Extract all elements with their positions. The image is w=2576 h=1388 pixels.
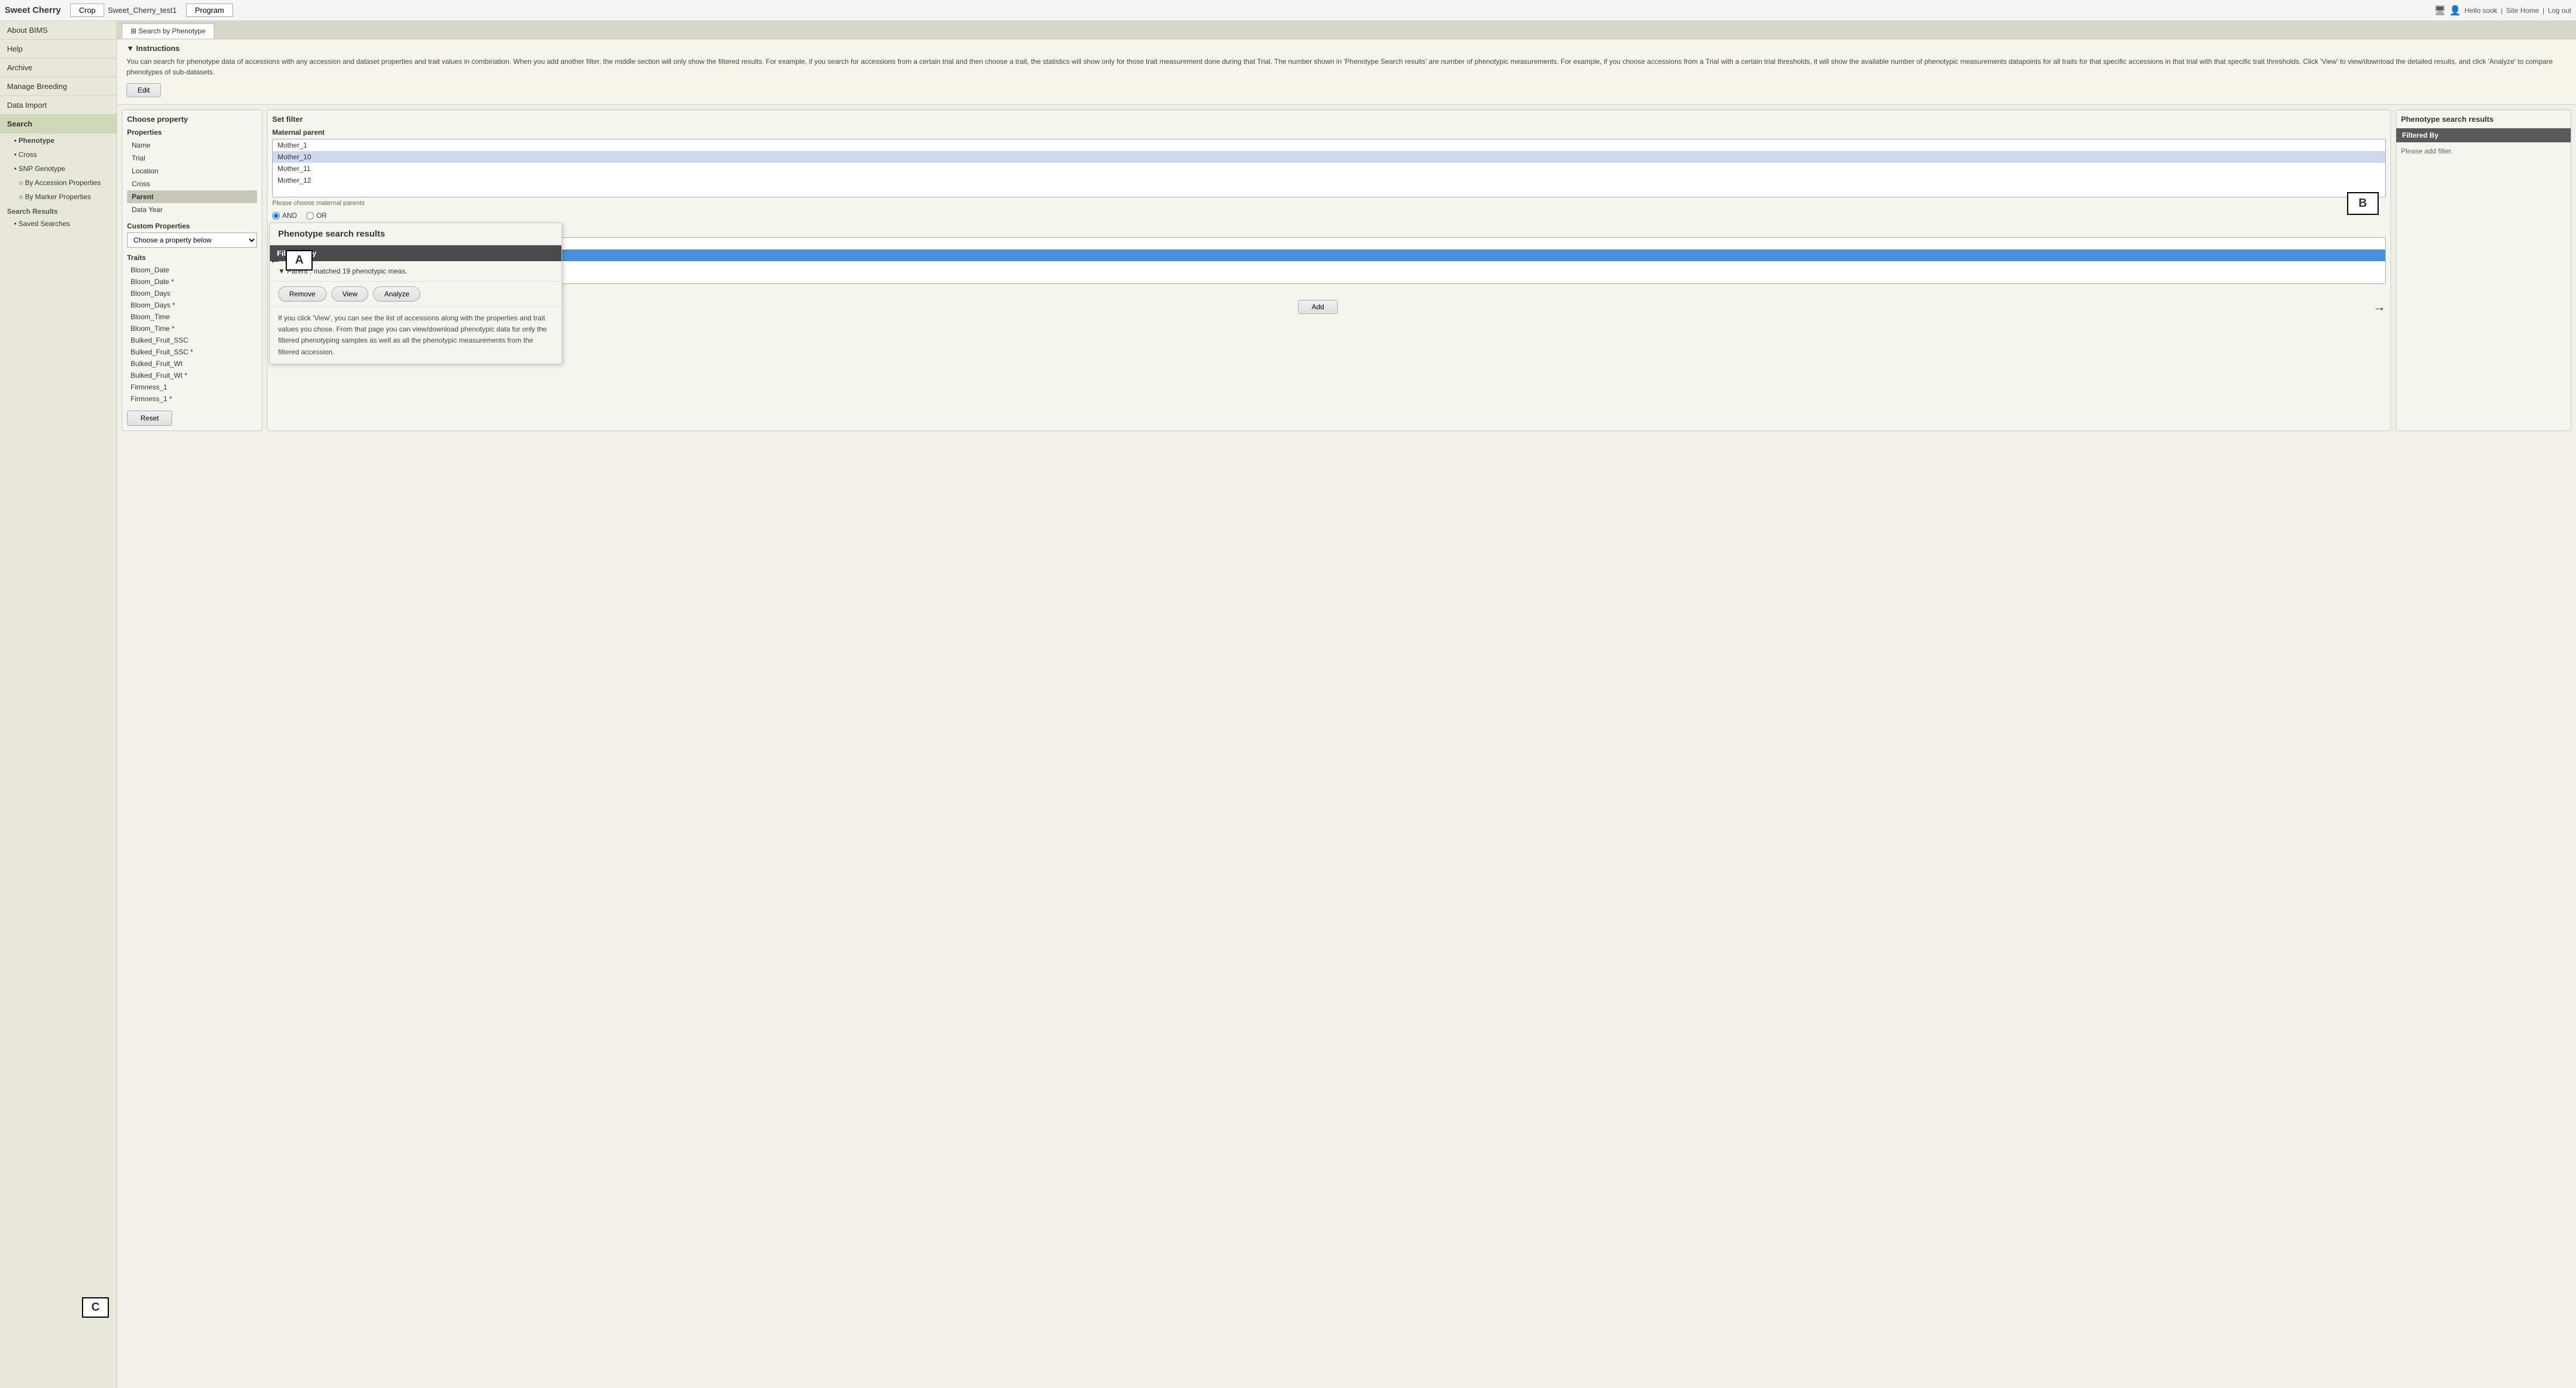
phenotype-results-right-panel: Phenotype search results Filtered By Ple… <box>2396 110 2571 431</box>
right-nav: 🖥 👤 Hello sook | Site Home | Log out <box>2434 5 2571 16</box>
traits-list: Bloom_Date Bloom_Date * Bloom_Days Bloom… <box>127 264 257 405</box>
trait-bulked-wt[interactable]: Bulked_Fruit_Wt <box>127 358 257 370</box>
sidebar-sub-by-accession[interactable]: ○ By Accession Properties <box>0 176 117 190</box>
overlay-results-title: Phenotype search results <box>270 223 561 245</box>
custom-properties-label: Custom Properties <box>127 222 257 230</box>
result-parent-row: ▼ Parent : matched 19 phenotypic meas. <box>270 261 561 282</box>
results-right-title: Phenotype search results <box>2396 110 2571 128</box>
log-out-link[interactable]: Log out <box>2548 6 2571 15</box>
tab-bar: ⊞ Search by Phenotype <box>117 21 2576 39</box>
trait-firmness-1-star[interactable]: Firmness_1 * <box>127 393 257 405</box>
maternal-mother10[interactable]: Mother_10 <box>273 151 2385 163</box>
search-results-header: Search Results <box>0 204 117 217</box>
properties-list: Name Trial Location Cross Parent Data Ye… <box>127 139 257 216</box>
paternal-father10[interactable]: Father_10 <box>273 249 2385 261</box>
trait-bloom-time[interactable]: Bloom_Time <box>127 311 257 323</box>
reset-button[interactable]: Reset <box>127 411 172 426</box>
crop-button[interactable]: Crop <box>70 4 104 17</box>
trait-bloom-date-star[interactable]: Bloom_Date * <box>127 276 257 288</box>
hello-text: Hello sook <box>2465 6 2498 15</box>
add-button[interactable]: Add <box>1298 300 1337 314</box>
please-add-text: Please add filter. <box>2396 142 2571 160</box>
trait-bulked-wt-star[interactable]: Bulked_Fruit_Wt * <box>127 370 257 381</box>
view-button[interactable]: View <box>331 286 369 302</box>
prop-parent[interactable]: Parent <box>127 190 257 203</box>
properties-label: Properties <box>127 128 257 136</box>
sidebar-item-search[interactable]: Search <box>0 115 117 134</box>
sidebar-sub-cross[interactable]: • Cross <box>0 148 117 162</box>
annotation-a: A <box>295 254 303 266</box>
sidebar-sub-phenotype[interactable]: • Phenotype <box>0 134 117 148</box>
boolean-radio-group: AND OR <box>272 211 2386 220</box>
content-area: ⊞ Search by Phenotype ▼ Instructions You… <box>117 21 2576 1388</box>
set-filter-title: Set filter <box>272 115 2386 124</box>
phenotype-results-overlay: Phenotype search results Filtered By ▼ P… <box>269 223 562 364</box>
program-button[interactable]: Program <box>186 4 233 17</box>
paternal-father12[interactable]: Father_12 <box>273 273 2385 284</box>
choose-property-panel: Choose property Properties Name Trial Lo… <box>122 110 262 431</box>
app-title: Sweet Cherry <box>5 5 61 15</box>
result-description: If you click 'View', you can see the lis… <box>270 306 561 364</box>
traits-label: Traits <box>127 254 257 262</box>
result-action-buttons: Remove View Analyze <box>270 282 561 306</box>
set-filter-panel: Set filter Maternal parent Mother_1 Moth… <box>267 110 2391 431</box>
instructions-panel: ▼ Instructions You can search for phenot… <box>117 39 2576 105</box>
maternal-mother11[interactable]: Mother_11 <box>273 163 2385 175</box>
trait-bloom-days-star[interactable]: Bloom_Days * <box>127 299 257 311</box>
user-icon: 👤 <box>2450 5 2461 16</box>
maternal-hint: Please choose maternal parents <box>272 200 2386 207</box>
filtered-by-bar-right: Filtered By <box>2396 128 2571 142</box>
topbar: Sweet Cherry Crop Sweet_Cherry_test1 Pro… <box>0 0 2576 21</box>
and-radio[interactable] <box>272 212 280 220</box>
trait-bulked-ssc[interactable]: Bulked_Fruit_SSC <box>127 334 257 346</box>
trial-label: Sweet_Cherry_test1 <box>108 6 177 15</box>
paternal-parent-list[interactable]: Father_1 Father_10 Father_11 Father_12 <box>272 237 2386 284</box>
sidebar: About BIMS Help Archive Manage Breeding … <box>0 21 117 1388</box>
custom-property-dropdown[interactable]: Choose a property below <box>127 233 257 248</box>
trait-bulked-ssc-star[interactable]: Bulked_Fruit_SSC * <box>127 346 257 358</box>
maternal-parent-list[interactable]: Mother_1 Mother_10 Mother_11 Mother_12 <box>272 139 2386 197</box>
edit-button[interactable]: Edit <box>126 83 161 97</box>
paternal-father1[interactable]: Father_1 <box>273 238 2385 249</box>
trait-firmness-1[interactable]: Firmness_1 <box>127 381 257 393</box>
or-radio[interactable] <box>306 212 314 220</box>
overlay-filtered-by-bar: Filtered By <box>270 245 561 261</box>
or-radio-label[interactable]: OR <box>306 211 327 220</box>
sidebar-item-import[interactable]: Data Import <box>0 96 117 115</box>
main-layout: About BIMS Help Archive Manage Breeding … <box>0 21 2576 1388</box>
tab-search-phenotype[interactable]: ⊞ Search by Phenotype <box>122 23 214 39</box>
instructions-header-text: ▼ Instructions <box>126 44 180 53</box>
prop-location[interactable]: Location <box>127 165 257 177</box>
paternal-hint: Please choose paternal parents <box>272 286 2386 293</box>
sidebar-item-help[interactable]: Help <box>0 40 117 59</box>
site-home-link[interactable]: Site Home <box>2506 6 2539 15</box>
trait-bloom-date[interactable]: Bloom_Date <box>127 264 257 276</box>
monitor-icon: 🖥 <box>2434 5 2445 16</box>
sidebar-item-manage[interactable]: Manage Breeding <box>0 77 117 96</box>
remove-button[interactable]: Remove <box>278 286 327 302</box>
maternal-mother12[interactable]: Mother_12 <box>273 175 2385 186</box>
paternal-parent-label: Paternal parent <box>272 227 2386 235</box>
maternal-mother1[interactable]: Mother_1 <box>273 139 2385 151</box>
sidebar-sub-snp[interactable]: • SNP Genotype <box>0 162 117 176</box>
sidebar-sub-by-marker[interactable]: ○ By Marker Properties <box>0 190 117 204</box>
instructions-text: You can search for phenotype data of acc… <box>126 56 2567 77</box>
trait-bloom-time-star[interactable]: Bloom_Time * <box>127 323 257 334</box>
sidebar-item-archive[interactable]: Archive <box>0 59 117 77</box>
prop-trial[interactable]: Trial <box>127 152 257 165</box>
and-radio-label[interactable]: AND <box>272 211 297 220</box>
trait-bloom-days[interactable]: Bloom_Days <box>127 288 257 299</box>
instructions-toggle[interactable]: ▼ Instructions <box>126 44 2567 53</box>
annotation-b: B <box>2359 197 2367 210</box>
prop-data-year[interactable]: Data Year <box>127 203 257 216</box>
maternal-parent-label: Maternal parent <box>272 128 2386 136</box>
paternal-father11[interactable]: Father_11 <box>273 261 2385 273</box>
analyze-button[interactable]: Analyze <box>373 286 420 302</box>
sidebar-sub-saved[interactable]: • Saved Searches <box>0 217 117 231</box>
prop-cross[interactable]: Cross <box>127 177 257 190</box>
sidebar-item-about[interactable]: About BIMS <box>0 21 117 40</box>
choose-property-title: Choose property <box>127 115 257 124</box>
prop-name[interactable]: Name <box>127 139 257 152</box>
